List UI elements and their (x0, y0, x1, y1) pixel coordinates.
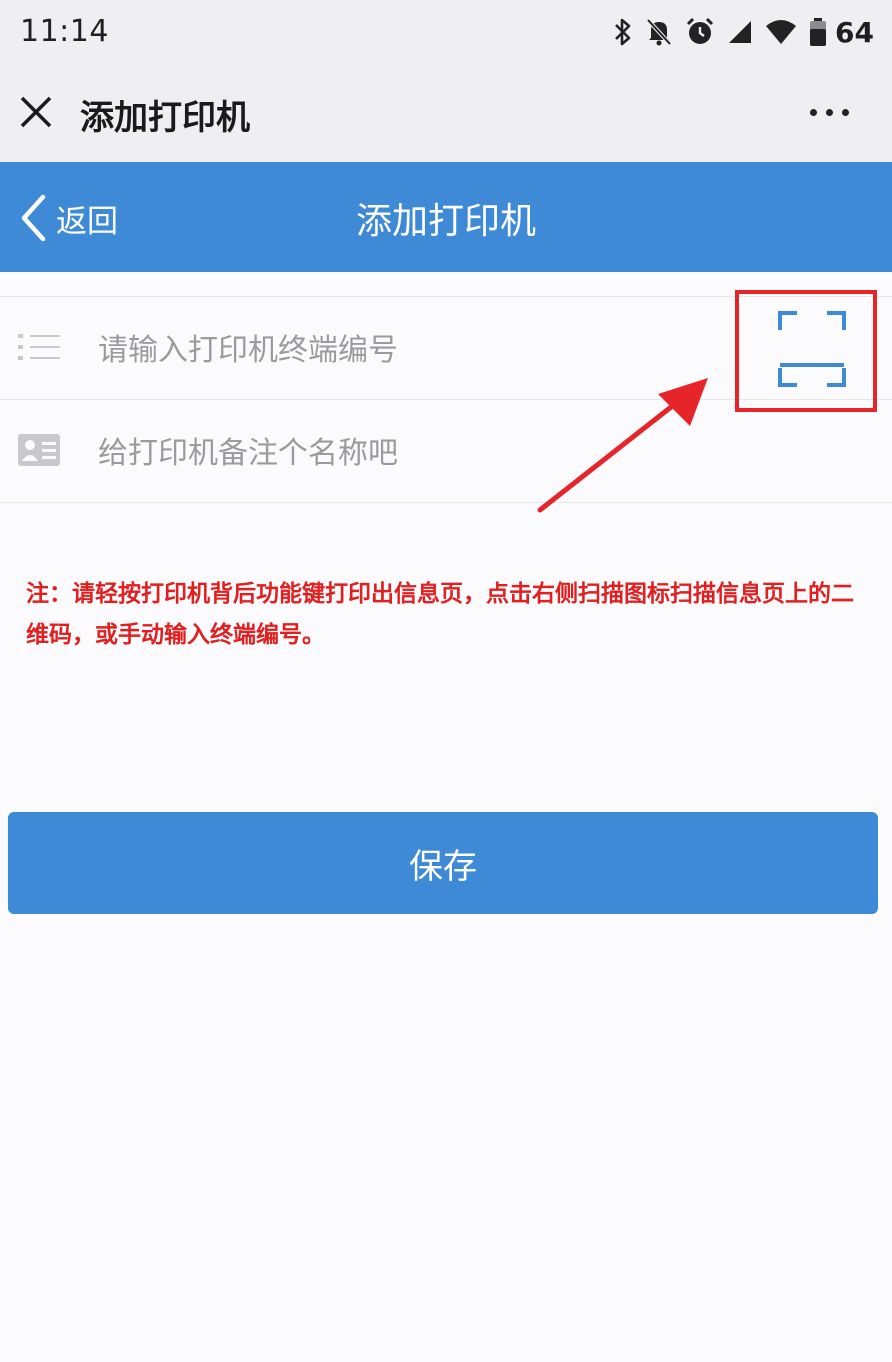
bell-off-icon (646, 18, 672, 46)
alarm-icon (686, 17, 714, 44)
id-card-icon (18, 434, 60, 466)
annotation-arrow (537, 378, 708, 513)
battery-level: 64 (835, 15, 874, 49)
instruction-note: 注：请轻按打印机背后功能键打印出信息页，点击右侧扫描图标扫描信息页上的二维码，或… (26, 581, 854, 648)
printer-name-row (0, 399, 892, 503)
wifi-icon (766, 20, 797, 44)
webview-title-bar: 添加打印机 (0, 66, 892, 162)
more-button[interactable] (810, 102, 858, 122)
bluetooth-icon (615, 18, 631, 46)
scan-button[interactable] (735, 290, 877, 412)
close-button[interactable] (16, 92, 56, 132)
close-icon (20, 96, 52, 128)
save-button[interactable]: 保存 (8, 812, 878, 914)
list-icon (18, 334, 60, 360)
more-icon (810, 108, 817, 116)
signal-icon (729, 21, 752, 43)
scan-icon (778, 311, 846, 387)
status-icons: 64 (613, 14, 874, 50)
webview-title: 添加打印机 (80, 98, 250, 138)
status-bar: 11:14 64 (0, 0, 892, 66)
app-header: 返回 添加打印机 (0, 162, 892, 272)
page-title: 添加打印机 (355, 201, 536, 242)
status-time: 11:14 (20, 14, 109, 49)
battery-icon (810, 18, 827, 46)
